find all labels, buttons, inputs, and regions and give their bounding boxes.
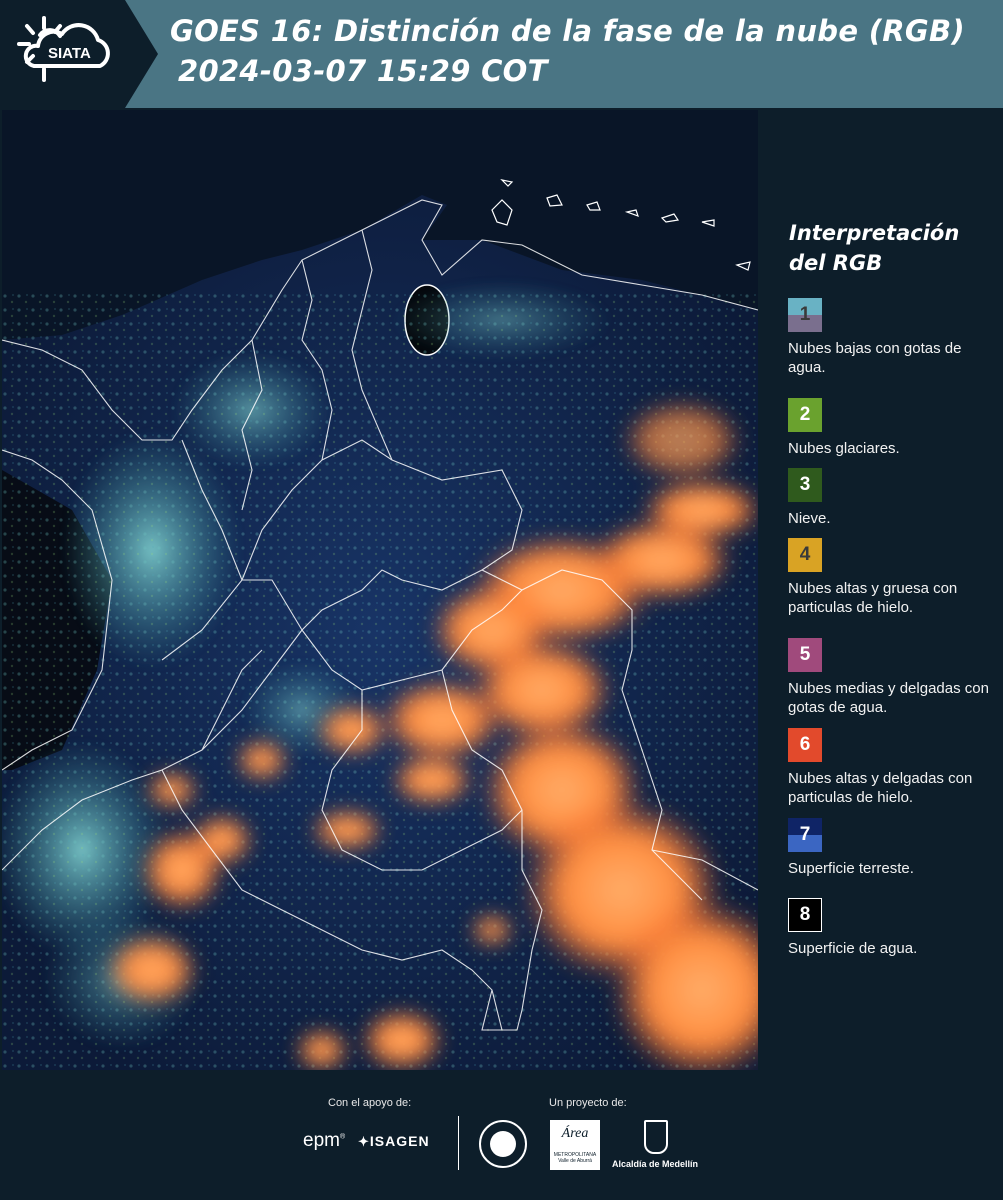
- page-title: GOES 16: Distinción de la fase de la nub…: [170, 14, 965, 48]
- legend-swatch: 5: [788, 638, 822, 672]
- legend-label: Nubes glaciares.: [788, 440, 900, 457]
- footer: Con el apoyo de: Un proyecto de: epm® ✦I…: [0, 1070, 1003, 1200]
- satellite-image: [2, 110, 758, 1070]
- legend-label: Superficie de agua.: [788, 940, 918, 957]
- header: SIATA GOES 16: Distinción de la fase de …: [0, 0, 1003, 108]
- legend-label: Nubes altas y delgadas con particulas de…: [788, 770, 973, 806]
- alcaldia-logo-text: Alcaldía de Medellín: [612, 1159, 699, 1169]
- isagen-mark-icon: ✦: [358, 1134, 370, 1149]
- legend-number: 8: [799, 904, 811, 925]
- isagen-logo: ✦ISAGEN: [358, 1133, 430, 1150]
- alcaldia-shield-icon: [644, 1120, 668, 1154]
- legend-panel: Interpretación del RGB 1 Nubes bajas con …: [760, 110, 1003, 1070]
- legend-swatch: 1: [788, 298, 822, 332]
- legend-swatch: 6: [788, 728, 822, 762]
- area-metropolitana-logo: Área METROPOLITANA Valle de Aburrá: [550, 1120, 600, 1170]
- legend-title: Interpretación del RGB: [789, 221, 960, 275]
- satellite-map: [2, 110, 758, 1070]
- legend-swatch: 2: [788, 398, 822, 432]
- legend-item: 6 Nubes altas y delgadas con particulas d…: [788, 728, 1000, 807]
- legend-item: 4 Nubes altas y gruesa con particulas de …: [788, 538, 1000, 617]
- project-label: Un proyecto de:: [549, 1097, 627, 1109]
- legend-item: 1 Nubes bajas con gotas de agua.: [788, 298, 1000, 377]
- area-logo-text: Área: [561, 1126, 589, 1141]
- legend-swatch: 3: [788, 468, 822, 502]
- legend-swatch: 7: [788, 818, 822, 852]
- logo-text: SIATA: [48, 45, 91, 62]
- epm-logo-text: epm: [303, 1130, 340, 1151]
- legend-item: 7 Superficie terreste.: [788, 818, 1000, 878]
- legend-item: 3 Nieve.: [788, 468, 1000, 528]
- legend-item: 2 Nubes glaciares.: [788, 398, 1000, 458]
- legend-swatch: 8: [788, 898, 822, 932]
- footer-divider: [458, 1116, 459, 1170]
- legend-number: 6: [799, 734, 811, 755]
- legend-number: 2: [799, 404, 811, 425]
- legend-item: 8 Superficie de agua.: [788, 898, 1000, 958]
- legend-label: Nubes bajas con gotas de agua.: [788, 340, 962, 376]
- legend-label: Superficie terreste.: [788, 860, 914, 877]
- medellin-seal-icon: [479, 1120, 527, 1168]
- support-label: Con el apoyo de:: [328, 1097, 412, 1109]
- legend-label: Nubes altas y gruesa con particulas de h…: [788, 580, 958, 616]
- legend-number: 7: [799, 824, 811, 845]
- legend-number: 1: [799, 304, 811, 325]
- legend-label: Nubes medias y delgadas con gotas de agu…: [788, 680, 989, 716]
- timestamp: 2024-03-07 15:29 COT: [178, 54, 548, 88]
- legend-number: 3: [799, 474, 811, 495]
- legend-label: Nieve.: [788, 510, 831, 527]
- isagen-logo-text: ISAGEN: [369, 1133, 430, 1149]
- legend-swatch: 4: [788, 538, 822, 572]
- legend-number: 5: [799, 644, 811, 665]
- legend-number: 4: [799, 544, 811, 565]
- epm-logo: epm®: [303, 1130, 346, 1151]
- siata-logo: SIATA: [0, 0, 158, 108]
- area-logo-sub2: Valle de Aburrá: [558, 1158, 592, 1164]
- legend-item: 5 Nubes medias y delgadas con gotas de ag…: [788, 638, 1000, 717]
